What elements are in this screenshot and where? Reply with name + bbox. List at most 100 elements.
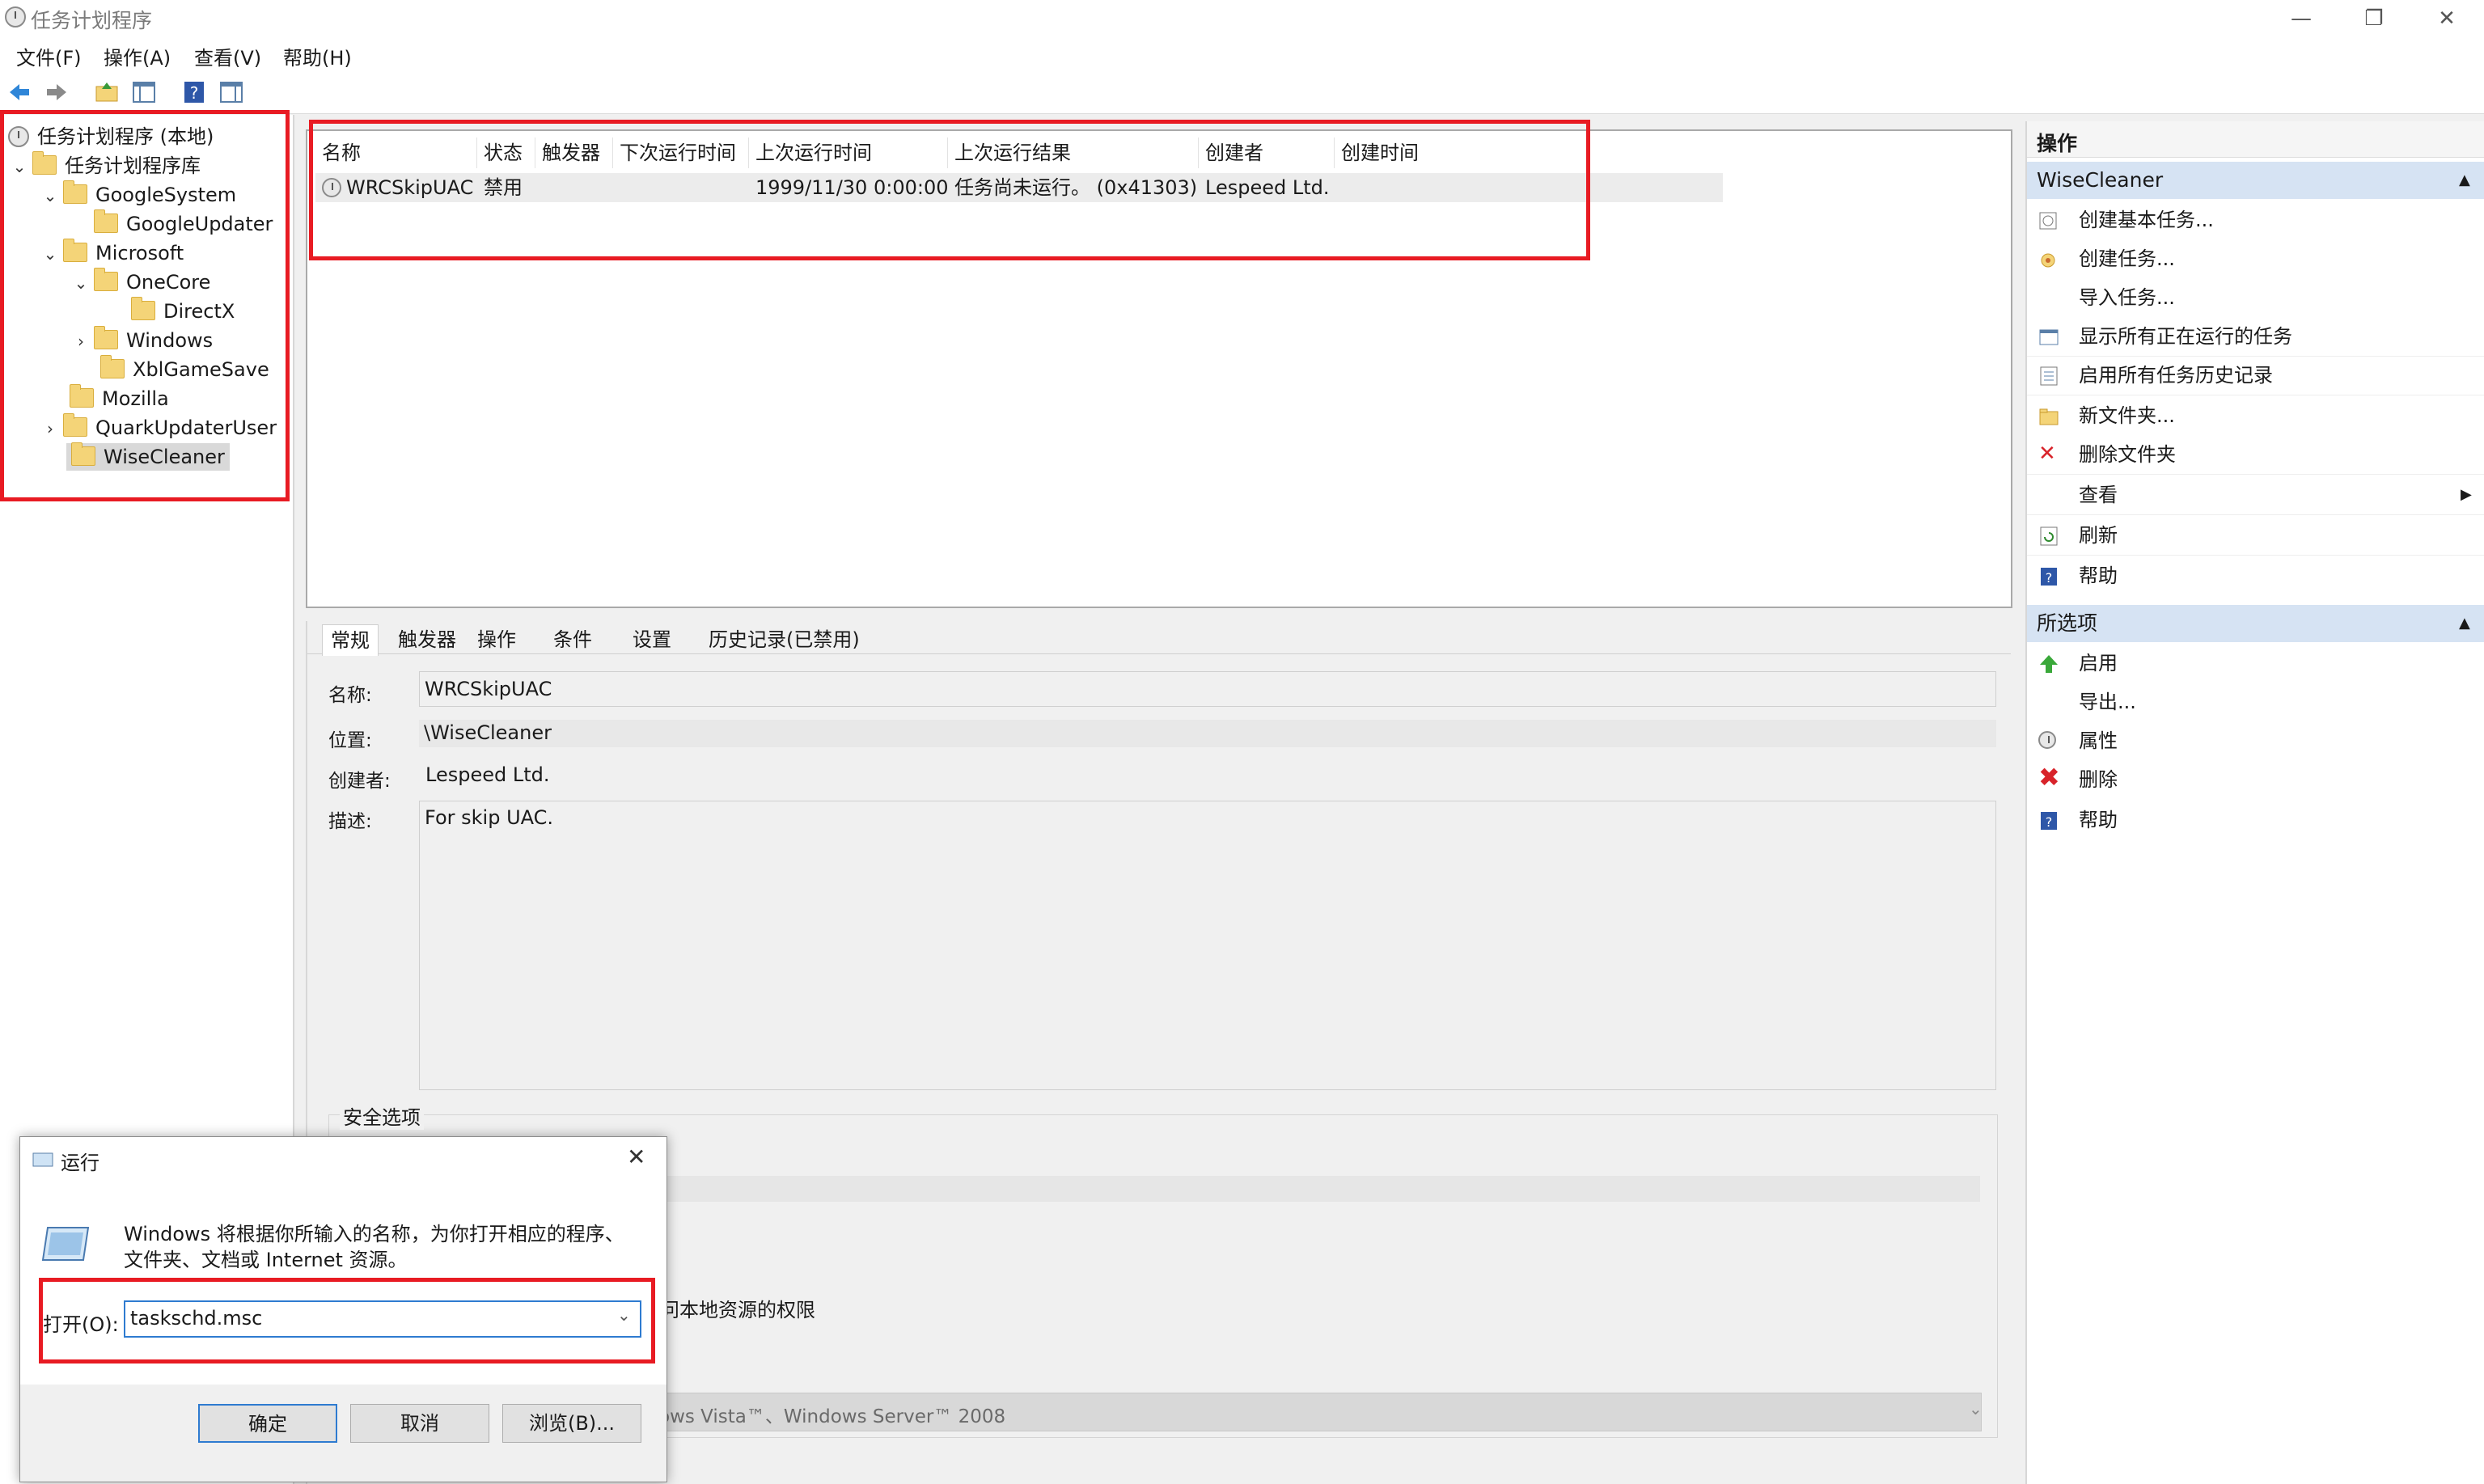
action-new-folder[interactable]: 新文件夹... <box>2027 396 2484 435</box>
tab-settings[interactable]: 设置 <box>633 624 671 655</box>
action-delete[interactable]: ✖ 删除 <box>2027 760 2484 799</box>
delete-icon: ✕ <box>2038 442 2056 466</box>
browse-button[interactable]: 浏览(B)... <box>502 1404 641 1443</box>
menu-bar: 文件(F) 操作(A) 查看(V) 帮助(H) <box>0 37 2484 71</box>
action-label: 导入任务... <box>2079 286 2175 309</box>
section-title: WiseCleaner <box>2037 168 2164 192</box>
tab-conditions[interactable]: 条件 <box>553 624 592 655</box>
close-button[interactable]: ✕ <box>2410 0 2483 37</box>
action-import-task[interactable]: 导入任务... <box>2027 278 2484 317</box>
svg-text:?: ? <box>2046 814 2053 830</box>
action-label: 启用 <box>2079 652 2118 674</box>
tab-history[interactable]: 历史记录(已禁用) <box>709 624 860 655</box>
name-label: 名称: <box>328 685 372 706</box>
back-arrow-icon[interactable] <box>6 79 32 105</box>
tab-general[interactable]: 常规 <box>322 624 379 656</box>
submenu-arrow-icon: ▶ <box>2461 486 2472 503</box>
minimize-button[interactable]: — <box>2265 0 2338 37</box>
title-bar: 任务计划程序 — ❐ ✕ <box>0 0 2484 37</box>
ok-button[interactable]: 确定 <box>198 1404 337 1443</box>
author-label: 创建者: <box>328 771 391 792</box>
action-label: 查看 <box>2079 484 2118 506</box>
action-enable[interactable]: 启用 <box>2027 644 2484 683</box>
delete-icon: ✖ <box>2038 762 2060 793</box>
action-label: 显示所有正在运行的任务 <box>2079 325 2292 348</box>
tab-triggers[interactable]: 触发器 <box>398 624 456 655</box>
collapse-icon[interactable]: ▲ <box>2459 162 2470 199</box>
action-label: 帮助 <box>2079 809 2118 831</box>
action-properties[interactable]: 属性 <box>2027 721 2484 760</box>
description-field[interactable]: For skip UAC. <box>419 801 1996 1090</box>
author-value: Lespeed Ltd. <box>425 763 550 786</box>
run-title-bar <box>20 1137 666 1182</box>
create-task-icon <box>2041 253 2055 268</box>
run-small-icon <box>32 1152 53 1167</box>
action-help-selected[interactable]: ? 帮助 <box>2027 801 2484 839</box>
section-selected-item[interactable]: 所选项 ▲ <box>2027 605 2484 642</box>
toolbar: ? <box>0 71 2484 114</box>
restore-button[interactable]: ❐ <box>2338 0 2410 37</box>
action-create-basic-task[interactable]: 创建基本任务... <box>2027 201 2484 239</box>
highlight-box-tasklist <box>309 120 1590 260</box>
task-scheduler-icon <box>5 6 26 27</box>
help-icon: ? <box>2041 812 2057 830</box>
action-label: 导出... <box>2079 691 2136 713</box>
action-label: 启用所有任务历史记录 <box>2079 364 2273 387</box>
action-create-task[interactable]: 创建任务... <box>2027 239 2484 278</box>
name-field[interactable]: WRCSkipUAC <box>419 671 1996 707</box>
svg-text:?: ? <box>2046 570 2053 586</box>
run-title: 运行 <box>61 1152 99 1174</box>
section-title: 所选项 <box>2037 611 2098 635</box>
properties-clock-icon <box>2038 731 2056 749</box>
action-label: 创建任务... <box>2079 247 2175 270</box>
help-icon: ? <box>2041 568 2057 586</box>
action-label: 删除 <box>2079 768 2118 791</box>
cancel-button[interactable]: 取消 <box>350 1404 489 1443</box>
svg-text:?: ? <box>190 83 199 103</box>
action-label: 创建基本任务... <box>2079 209 2214 231</box>
help-icon[interactable]: ? <box>181 79 207 105</box>
chevron-down-icon[interactable]: ⌄ <box>1969 1399 1983 1418</box>
run-description-2: 文件夹、文档或 Internet 资源。 <box>124 1249 408 1271</box>
security-option-partial: 问本地资源的权限 <box>660 1299 815 1321</box>
tab-actions[interactable]: 操作 <box>477 624 516 655</box>
highlight-box-run-input <box>39 1278 655 1364</box>
run-close-icon[interactable]: ✕ <box>627 1144 645 1170</box>
menu-help[interactable]: 帮助(H) <box>283 42 352 70</box>
forward-arrow-icon[interactable] <box>44 79 70 105</box>
action-display-running[interactable]: 显示所有正在运行的任务 <box>2027 317 2484 357</box>
create-basic-task-icon <box>2039 212 2057 230</box>
action-export[interactable]: 导出... <box>2027 683 2484 721</box>
security-options-label: 安全选项 <box>340 1101 424 1130</box>
action-label: 属性 <box>2079 729 2118 752</box>
action-help[interactable]: ? 帮助 <box>2027 556 2484 595</box>
action-refresh[interactable]: 刷新 <box>2027 516 2484 556</box>
description-label: 描述: <box>328 811 372 832</box>
location-field: \WiseCleaner <box>419 720 1996 747</box>
menu-view[interactable]: 查看(V) <box>194 42 261 70</box>
run-description-1: Windows 将根据你所输入的名称，为你打开相应的程序、 <box>124 1223 624 1245</box>
action-label: 刷新 <box>2079 524 2118 547</box>
history-icon <box>2040 366 2058 386</box>
actions-header <box>2027 121 2484 158</box>
collapse-icon[interactable]: ▲ <box>2459 605 2470 642</box>
action-label: 新文件夹... <box>2079 404 2175 427</box>
show-hide-action-pane-icon[interactable] <box>218 79 244 105</box>
location-label: 位置: <box>328 730 372 751</box>
running-tasks-icon <box>2039 329 2059 345</box>
menu-file[interactable]: 文件(F) <box>16 42 82 70</box>
run-program-icon <box>41 1227 90 1261</box>
actions-pane: 操作 WiseCleaner ▲ 创建基本任务... 创建任务... 导入任务.… <box>2025 121 2484 1484</box>
window-title: 任务计划程序 <box>31 9 153 32</box>
new-folder-icon <box>2039 408 2059 425</box>
action-view[interactable]: 查看 ▶ <box>2027 476 2484 515</box>
section-wisecleaner[interactable]: WiseCleaner ▲ <box>2027 162 2484 199</box>
up-folder-icon[interactable] <box>94 79 120 105</box>
action-label: 帮助 <box>2079 564 2118 587</box>
show-hide-console-tree-icon[interactable] <box>131 79 157 105</box>
action-delete-folder[interactable]: ✕ 删除文件夹 <box>2027 435 2484 475</box>
menu-action[interactable]: 操作(A) <box>104 42 171 70</box>
action-enable-history[interactable]: 启用所有任务历史记录 <box>2027 356 2484 395</box>
configure-for-value: ows Vista™、Windows Server™ 2008 <box>658 1406 1006 1427</box>
actions-title: 操作 <box>2037 132 2078 155</box>
